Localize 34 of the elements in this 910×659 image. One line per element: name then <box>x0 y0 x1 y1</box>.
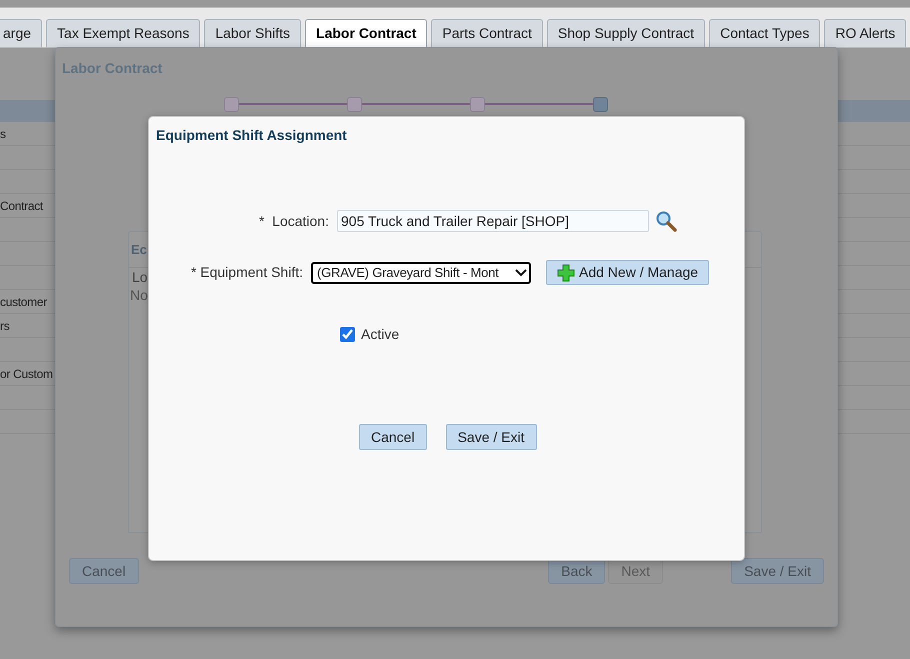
dialog-title: Equipment Shift Assignment <box>156 126 347 145</box>
empty-message: No <box>130 286 148 304</box>
tab[interactable]: Tax Exempt Reasons <box>46 19 200 47</box>
field-label: * Equipment Shift: <box>190 263 303 282</box>
tab[interactable]: arge <box>0 19 42 47</box>
list-item[interactable]: s <box>0 124 6 142</box>
search-icon[interactable] <box>655 210 677 232</box>
list-item[interactable]: rs <box>0 316 10 334</box>
chevron-down-icon <box>515 268 527 278</box>
step-marker[interactable] <box>593 96 608 112</box>
plus-icon <box>557 264 575 282</box>
dialog-button[interactable]: Save / Exit <box>446 424 537 450</box>
tab[interactable]: RO Alerts <box>824 19 906 47</box>
shift-dropdown[interactable]: (GRAVE) Graveyard Shift - Mont <box>311 262 531 284</box>
list-item[interactable]: or Custom <box>0 364 53 382</box>
step-marker[interactable] <box>224 96 239 112</box>
step-marker[interactable] <box>470 96 485 112</box>
checkbox-label: Active <box>361 325 400 344</box>
field-label: * Location: <box>258 212 329 230</box>
location-field[interactable]: 905 Truck and Trailer Repair [SHOP] <box>337 210 649 232</box>
tab[interactable]: Labor Shifts <box>204 19 302 47</box>
active-checkbox[interactable] <box>340 327 355 342</box>
tab[interactable]: Labor Contract <box>305 19 428 47</box>
list-item[interactable]: Contract <box>0 196 43 214</box>
panel-title: Ec <box>131 240 147 259</box>
wizard-title: Labor Contract <box>62 59 162 78</box>
tab[interactable]: Parts Contract <box>431 19 543 47</box>
list-item[interactable]: customer <box>0 292 47 310</box>
step-marker[interactable] <box>347 96 362 112</box>
column-header: Lo <box>132 268 148 286</box>
add-manage-button[interactable]: Add New / Manage <box>546 260 710 285</box>
dialog-button[interactable]: Cancel <box>359 424 427 450</box>
tab[interactable]: Contact Types <box>709 19 820 47</box>
tab[interactable]: Shop Supply Contract <box>546 19 706 47</box>
